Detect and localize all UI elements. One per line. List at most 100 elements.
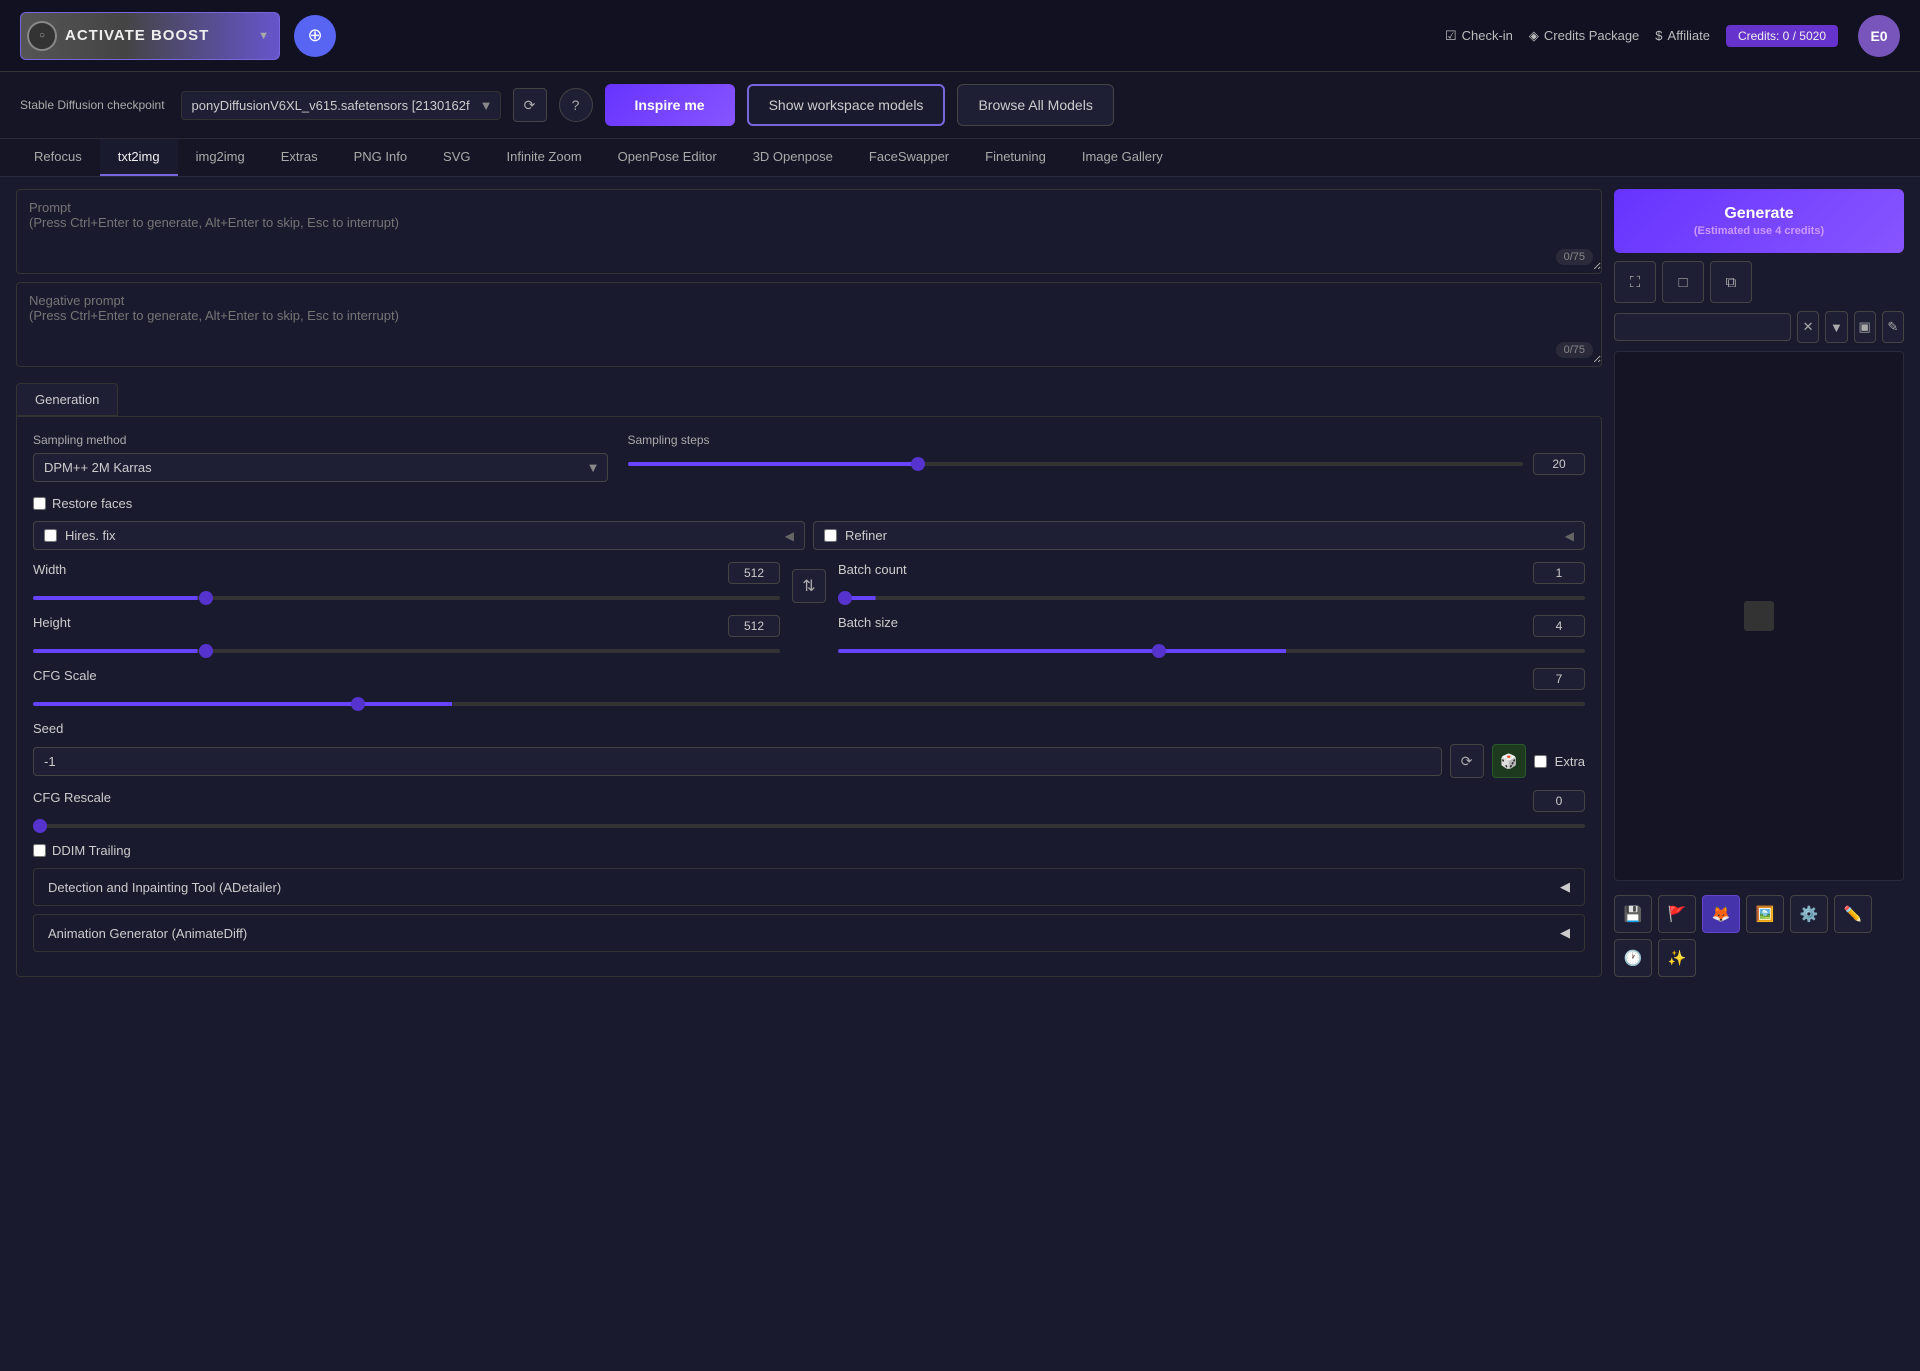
fire-icon-button[interactable]: 🦊	[1702, 895, 1740, 933]
tab-faceswapper[interactable]: FaceSwapper	[851, 139, 967, 176]
hires-fix-box[interactable]: Hires. fix ◀	[33, 521, 805, 550]
seed-random-button[interactable]: 🎲	[1492, 744, 1526, 778]
seed-reset-button[interactable]: ⟳	[1450, 744, 1484, 778]
style-row: ✕ ▼ ▣ ✎	[1614, 311, 1904, 343]
affiliate-link[interactable]: $ Affiliate	[1655, 28, 1710, 43]
width-slider[interactable]	[33, 596, 780, 600]
height-label: Height	[33, 615, 71, 637]
prompt-box: 0/75	[16, 189, 1602, 274]
tab-svg[interactable]: SVG	[425, 139, 488, 176]
tab-pnginfo[interactable]: PNG Info	[336, 139, 425, 176]
tab-openpose[interactable]: OpenPose Editor	[600, 139, 735, 176]
tab-extras[interactable]: Extras	[263, 139, 336, 176]
save-icon-button[interactable]: 💾	[1614, 895, 1652, 933]
top-right-area: ☑ Check-in ◈ Credits Package $ Affiliate…	[1445, 15, 1900, 57]
ddim-trailing-checkbox[interactable]	[33, 844, 46, 857]
style-apply-button[interactable]: ▣	[1854, 311, 1876, 343]
height-slider[interactable]	[33, 649, 780, 653]
cfg-rescale-slider[interactable]	[33, 824, 1585, 828]
cfg-scale-value[interactable]	[1533, 668, 1585, 690]
height-group: Height	[33, 615, 780, 656]
sampling-steps-slider-row	[628, 453, 1586, 475]
batch-count-value[interactable]	[1533, 562, 1585, 584]
boost-circle-icon: ○	[27, 21, 57, 51]
seed-input[interactable]	[33, 747, 1442, 776]
sampling-steps-value[interactable]	[1533, 453, 1585, 475]
batch-count-slider[interactable]	[838, 596, 1585, 600]
sampling-method-select[interactable]: DPM++ 2M Karras	[33, 453, 608, 482]
ddim-trailing-label: DDIM Trailing	[52, 843, 131, 858]
sampling-steps-label: Sampling steps	[628, 433, 1586, 447]
style-clear-button[interactable]: ✕	[1797, 311, 1819, 343]
paste-image-button[interactable]: ⧉	[1710, 261, 1752, 303]
sparkle-icon-button[interactable]: ✨	[1658, 939, 1696, 977]
main-content: 0/75 0/75 Generation Sampling method DPM…	[0, 177, 1920, 989]
batch-size-value[interactable]	[1533, 615, 1585, 637]
history-icon-button[interactable]: 🕐	[1614, 939, 1652, 977]
flag-icon-button[interactable]: 🚩	[1658, 895, 1696, 933]
negative-prompt-box: 0/75	[16, 282, 1602, 367]
credits-package-link[interactable]: ◈ Credits Package	[1529, 28, 1639, 44]
help-button[interactable]: ?	[559, 88, 593, 122]
swap-dimensions-button[interactable]: ⇅	[792, 569, 826, 603]
refiner-label: Refiner	[845, 528, 887, 543]
checkin-link[interactable]: ☑ Check-in	[1445, 28, 1513, 44]
inspire-me-button[interactable]: Inspire me	[605, 84, 735, 126]
restore-faces-checkbox[interactable]	[33, 497, 46, 510]
browse-all-models-button[interactable]: Browse All Models	[957, 84, 1113, 126]
style-dropdown-button[interactable]: ▼	[1825, 311, 1847, 343]
generate-button[interactable]: Generate (Estimated use 4 credits)	[1614, 189, 1904, 253]
animatediff-collapsible[interactable]: Animation Generator (AnimateDiff) ◀	[33, 914, 1585, 952]
dollar-icon: $	[1655, 28, 1662, 43]
generation-section-tab[interactable]: Generation	[16, 383, 118, 416]
bottom-icons-row: 💾 🚩 🦊 🖼️ ⚙️ ✏️ 🕐 ✨	[1614, 895, 1904, 977]
credits-display: Credits: 0 / 5020	[1726, 25, 1838, 47]
animatediff-arrow-icon: ◀	[1560, 925, 1570, 941]
activate-boost-button[interactable]: ○ ACTIVATE BOOST ▼	[20, 12, 280, 60]
width-value[interactable]	[728, 562, 780, 584]
image-canvas	[1614, 351, 1904, 881]
copy-image-button[interactable]: □	[1662, 261, 1704, 303]
avatar[interactable]: E0	[1858, 15, 1900, 57]
discord-icon: ⊕	[307, 25, 322, 46]
cfg-rescale-value[interactable]	[1533, 790, 1585, 812]
adetailer-collapsible[interactable]: Detection and Inpainting Tool (ADetailer…	[33, 868, 1585, 906]
boost-arrow-icon: ▼	[258, 30, 269, 42]
cfg-scale-slider[interactable]	[33, 702, 1585, 706]
refiner-checkbox[interactable]	[824, 529, 837, 542]
tab-imagegallery[interactable]: Image Gallery	[1064, 139, 1181, 176]
extra-checkbox[interactable]	[1534, 755, 1547, 768]
gallery-icon-button[interactable]: 🖼️	[1746, 895, 1784, 933]
refiner-box[interactable]: Refiner ◀	[813, 521, 1585, 550]
style-edit-button[interactable]: ✎	[1882, 311, 1904, 343]
sampling-steps-group: Sampling steps	[628, 433, 1586, 475]
batch-count-group: Batch count	[838, 562, 1585, 603]
batch-count-label: Batch count	[838, 562, 907, 584]
prompt-input[interactable]	[17, 190, 1601, 270]
pencil-icon-button[interactable]: ✏️	[1834, 895, 1872, 933]
refresh-checkpoint-button[interactable]: ⟳	[513, 88, 547, 122]
cfg-scale-label: CFG Scale	[33, 668, 97, 690]
tab-refocus[interactable]: Refocus	[16, 139, 100, 176]
checkpoint-select[interactable]: ponyDiffusionV6XL_v615.safetensors [2130…	[181, 91, 501, 120]
sampling-steps-slider[interactable]	[628, 462, 1524, 466]
cfg-rescale-label: CFG Rescale	[33, 790, 111, 812]
hires-fix-checkbox[interactable]	[44, 529, 57, 542]
height-value[interactable]	[728, 615, 780, 637]
batch-size-label: Batch size	[838, 615, 898, 637]
negative-prompt-input[interactable]	[17, 283, 1601, 363]
animatediff-label: Animation Generator (AnimateDiff)	[48, 926, 247, 941]
show-workspace-models-button[interactable]: Show workspace models	[747, 84, 946, 126]
tab-3dopenpose[interactable]: 3D Openpose	[735, 139, 851, 176]
hires-refiner-row: Hires. fix ◀ Refiner ◀	[33, 521, 1585, 550]
fullscreen-button[interactable]: ⛶	[1614, 261, 1656, 303]
tab-finetuning[interactable]: Finetuning	[967, 139, 1064, 176]
settings-icon-button[interactable]: ⚙️	[1790, 895, 1828, 933]
height-batchsize-row: Height Batch size	[33, 615, 1585, 656]
style-input[interactable]	[1614, 313, 1791, 341]
discord-button[interactable]: ⊕	[294, 15, 336, 57]
batch-size-slider[interactable]	[838, 649, 1585, 653]
tab-txt2img[interactable]: txt2img	[100, 139, 178, 176]
tab-img2img[interactable]: img2img	[178, 139, 263, 176]
tab-infinitezoom[interactable]: Infinite Zoom	[489, 139, 600, 176]
